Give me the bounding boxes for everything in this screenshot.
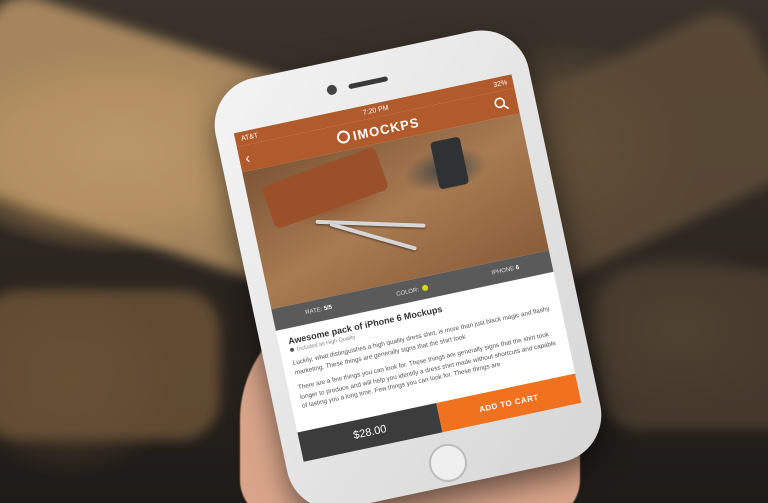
brand-mark-icon	[335, 128, 352, 145]
earpiece-speaker	[348, 76, 389, 90]
color-swatch	[421, 283, 429, 291]
spec-rate: RATE: 5/5	[304, 304, 333, 317]
lamp-shape	[430, 136, 470, 190]
back-chevron-icon[interactable]: ‹	[244, 150, 252, 167]
log-bottom-left	[0, 290, 220, 440]
front-camera	[325, 83, 338, 96]
home-button[interactable]	[425, 440, 471, 486]
photo-scene: AT&T 7:20 PM 32% ‹ IMOCKPS RATE: 5/5 COL…	[0, 0, 768, 503]
carrier-label: AT&T	[240, 131, 259, 143]
search-icon[interactable]	[492, 94, 511, 113]
log-bottom-right	[600, 270, 768, 430]
phone-screen: AT&T 7:20 PM 32% ‹ IMOCKPS RATE: 5/5 COL…	[233, 74, 582, 462]
spec-model: IPHONE 6	[491, 264, 520, 277]
spec-color: COLOR:	[396, 283, 429, 297]
battery-label: 32%	[492, 78, 508, 89]
